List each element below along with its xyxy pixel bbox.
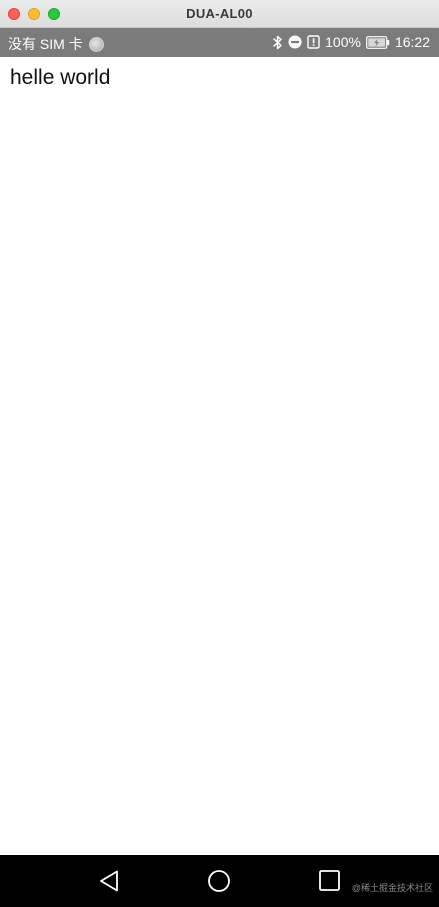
android-status-bar: 没有 SIM 卡 100% 16:22 [0, 28, 439, 57]
status-clock: 16:22 [394, 34, 430, 50]
alert-icon [307, 35, 320, 49]
status-left-group: 没有 SIM 卡 [8, 34, 104, 54]
app-content: helle world [0, 57, 439, 855]
back-icon[interactable] [98, 869, 122, 893]
emulator-window: DUA-AL00 没有 SIM 卡 100% 16:22 helle world… [0, 0, 439, 907]
home-icon[interactable] [207, 869, 231, 893]
sync-icon [88, 36, 104, 52]
bluetooth-icon [273, 35, 283, 50]
watermark: @稀土掘金技术社区 [351, 883, 433, 893]
hello-text: helle world [10, 66, 111, 89]
recents-icon[interactable] [318, 869, 342, 893]
status-right-group: 100% 16:22 [268, 34, 430, 50]
android-nav-bar: @稀土掘金技术社区 [0, 855, 439, 907]
do-not-disturb-icon [288, 35, 302, 49]
window-title-bar: DUA-AL00 [0, 0, 439, 28]
window-title: DUA-AL00 [186, 6, 253, 21]
carrier-text: 没有 SIM 卡 [8, 36, 83, 52]
battery-icon [366, 35, 390, 49]
battery-percent: 100% [325, 34, 361, 50]
